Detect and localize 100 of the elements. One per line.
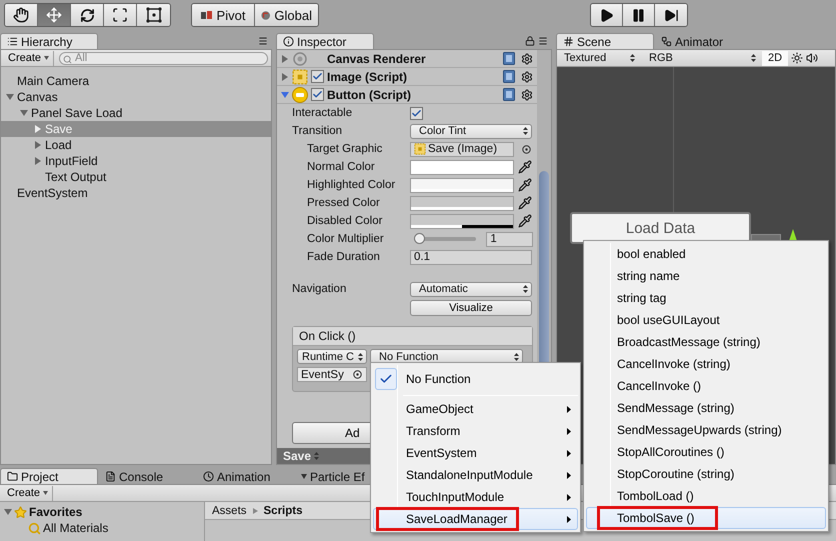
menu-item[interactable]: Transform bbox=[373, 420, 578, 442]
object-picker-icon[interactable] bbox=[353, 370, 362, 379]
foldout-arrow-icon[interactable] bbox=[4, 508, 12, 516]
settings-icon[interactable] bbox=[521, 70, 533, 82]
hierarchy-item[interactable]: Main Camera bbox=[1, 73, 271, 89]
hierarchy-item[interactable]: Panel Save Load bbox=[1, 105, 271, 121]
panel-tab[interactable]: Project bbox=[0, 468, 98, 484]
dropdown[interactable]: Color Tint bbox=[410, 124, 532, 138]
pause-icon bbox=[631, 8, 646, 22]
submenu-arrow-icon bbox=[567, 428, 571, 435]
menu-item[interactable]: GameObject bbox=[373, 398, 578, 420]
tool-button[interactable] bbox=[5, 4, 38, 26]
menu-item[interactable]: TouchInputModule bbox=[373, 486, 578, 508]
panel-menu-icon[interactable] bbox=[258, 36, 268, 46]
menu-item[interactable]: bool enabled bbox=[586, 243, 826, 265]
tool-button[interactable] bbox=[104, 4, 137, 26]
panel-tab[interactable]: Animator bbox=[654, 33, 752, 49]
dropdown[interactable]: RGB bbox=[641, 50, 759, 66]
property-label: Navigation bbox=[292, 283, 348, 295]
search-field[interactable]: All bbox=[59, 52, 268, 64]
speaker-icon[interactable] bbox=[806, 52, 818, 64]
create-button[interactable]: Create bbox=[3, 486, 54, 500]
breadcrumb-item[interactable]: Scripts bbox=[264, 504, 303, 516]
menu-item[interactable]: string name bbox=[586, 265, 826, 287]
settings-icon[interactable] bbox=[521, 88, 533, 100]
create-button[interactable]: Create bbox=[4, 50, 54, 66]
eyedropper-icon[interactable] bbox=[518, 178, 532, 192]
dropdown[interactable]: Automatic bbox=[410, 282, 532, 296]
checkbox[interactable] bbox=[311, 88, 324, 101]
eyedropper-icon[interactable] bbox=[518, 214, 532, 228]
help-book-icon[interactable] bbox=[503, 52, 515, 65]
panel-menu-icon[interactable] bbox=[538, 36, 548, 46]
menu-item[interactable]: No Function bbox=[373, 365, 578, 393]
hierarchy-item[interactable]: Text Output bbox=[1, 169, 271, 185]
menu-item[interactable]: BroadcastMessage (string) bbox=[586, 331, 826, 353]
favorites-item[interactable]: All Materials bbox=[0, 520, 204, 536]
foldout-arrow-icon[interactable] bbox=[6, 93, 14, 101]
color-field[interactable] bbox=[410, 178, 514, 192]
toggle-button[interactable]: Pivot bbox=[192, 4, 255, 26]
menu-item[interactable]: SendMessageUpwards (string) bbox=[586, 419, 826, 441]
menu-item[interactable]: StopAllCoroutines () bbox=[586, 441, 826, 463]
number-field[interactable]: 1 bbox=[486, 232, 533, 246]
foldout-arrow-icon[interactable] bbox=[34, 125, 42, 133]
menu-item[interactable]: CancelInvoke (string) bbox=[586, 353, 826, 375]
eyedropper-icon[interactable] bbox=[518, 160, 532, 174]
help-book-icon[interactable] bbox=[503, 88, 515, 101]
playback-button[interactable] bbox=[623, 4, 655, 26]
panel-tab[interactable]: Inspector bbox=[276, 33, 374, 49]
tool-button[interactable] bbox=[137, 4, 170, 26]
renderer-icon bbox=[292, 52, 308, 66]
checkbox[interactable] bbox=[410, 106, 423, 120]
breadcrumb-item[interactable]: Assets bbox=[212, 504, 247, 516]
checkbox[interactable] bbox=[311, 70, 324, 83]
dropdown[interactable]: Textured bbox=[560, 50, 638, 66]
object-picker-icon[interactable] bbox=[522, 144, 531, 154]
menu-item[interactable]: CancelInvoke () bbox=[586, 375, 826, 397]
toggle-button[interactable]: 2D bbox=[762, 50, 788, 66]
globe-icon bbox=[261, 10, 270, 20]
toggle-button[interactable]: Global bbox=[255, 4, 318, 26]
panel-tab[interactable]: Animation bbox=[196, 468, 294, 484]
visualize-button[interactable]: Visualize bbox=[410, 300, 532, 316]
hierarchy-item[interactable]: EventSystem bbox=[1, 185, 271, 201]
object-field[interactable]: EventSy bbox=[297, 367, 367, 382]
hierarchy-item[interactable]: InputField bbox=[1, 153, 271, 169]
favorites-item[interactable]: Favorites bbox=[0, 504, 204, 520]
menu-item[interactable]: string tag bbox=[586, 287, 826, 309]
color-field[interactable] bbox=[410, 160, 514, 174]
color-field[interactable] bbox=[410, 214, 514, 228]
foldout-arrow-icon[interactable] bbox=[281, 72, 289, 80]
hierarchy-item[interactable]: Load bbox=[1, 137, 271, 153]
help-book-icon[interactable] bbox=[503, 70, 515, 83]
eyedropper-icon[interactable] bbox=[518, 196, 532, 210]
menu-item[interactable]: bool useGUILayout bbox=[586, 309, 826, 331]
foldout-arrow-icon[interactable] bbox=[20, 109, 28, 117]
dropdown[interactable]: Runtime C bbox=[297, 349, 367, 364]
foldout-arrow-icon[interactable] bbox=[34, 157, 42, 165]
playback-button[interactable] bbox=[591, 4, 623, 26]
menu-item[interactable]: EventSystem bbox=[373, 442, 578, 464]
panel-tab[interactable]: Console bbox=[98, 468, 196, 484]
hierarchy-item[interactable]: Canvas bbox=[1, 89, 271, 105]
playback-button[interactable] bbox=[655, 4, 687, 26]
foldout-arrow-icon[interactable] bbox=[281, 90, 289, 98]
foldout-arrow-icon[interactable] bbox=[281, 54, 289, 62]
settings-icon[interactable] bbox=[521, 52, 533, 64]
lock-icon[interactable] bbox=[525, 36, 535, 46]
foldout-arrow-icon[interactable] bbox=[34, 141, 42, 149]
menu-item[interactable]: SaveLoadManager bbox=[373, 508, 578, 530]
color-field[interactable] bbox=[410, 196, 514, 210]
object-field[interactable]: Save (Image) bbox=[410, 142, 514, 156]
panel-tab[interactable]: Hierarchy bbox=[0, 33, 98, 49]
menu-item[interactable]: StopCoroutine (string) bbox=[586, 463, 826, 485]
slider-thumb[interactable] bbox=[414, 233, 425, 244]
sun-icon[interactable] bbox=[791, 52, 803, 64]
menu-item[interactable]: TombolLoad () bbox=[586, 485, 826, 507]
tool-button[interactable] bbox=[71, 4, 104, 26]
number-field[interactable]: 0.1 bbox=[410, 250, 532, 264]
menu-item[interactable]: TombolSave () bbox=[586, 507, 826, 529]
property-label: Fade Duration bbox=[307, 251, 381, 263]
menu-item[interactable]: SendMessage (string) bbox=[586, 397, 826, 419]
panel-tab[interactable]: Scene bbox=[556, 33, 654, 49]
